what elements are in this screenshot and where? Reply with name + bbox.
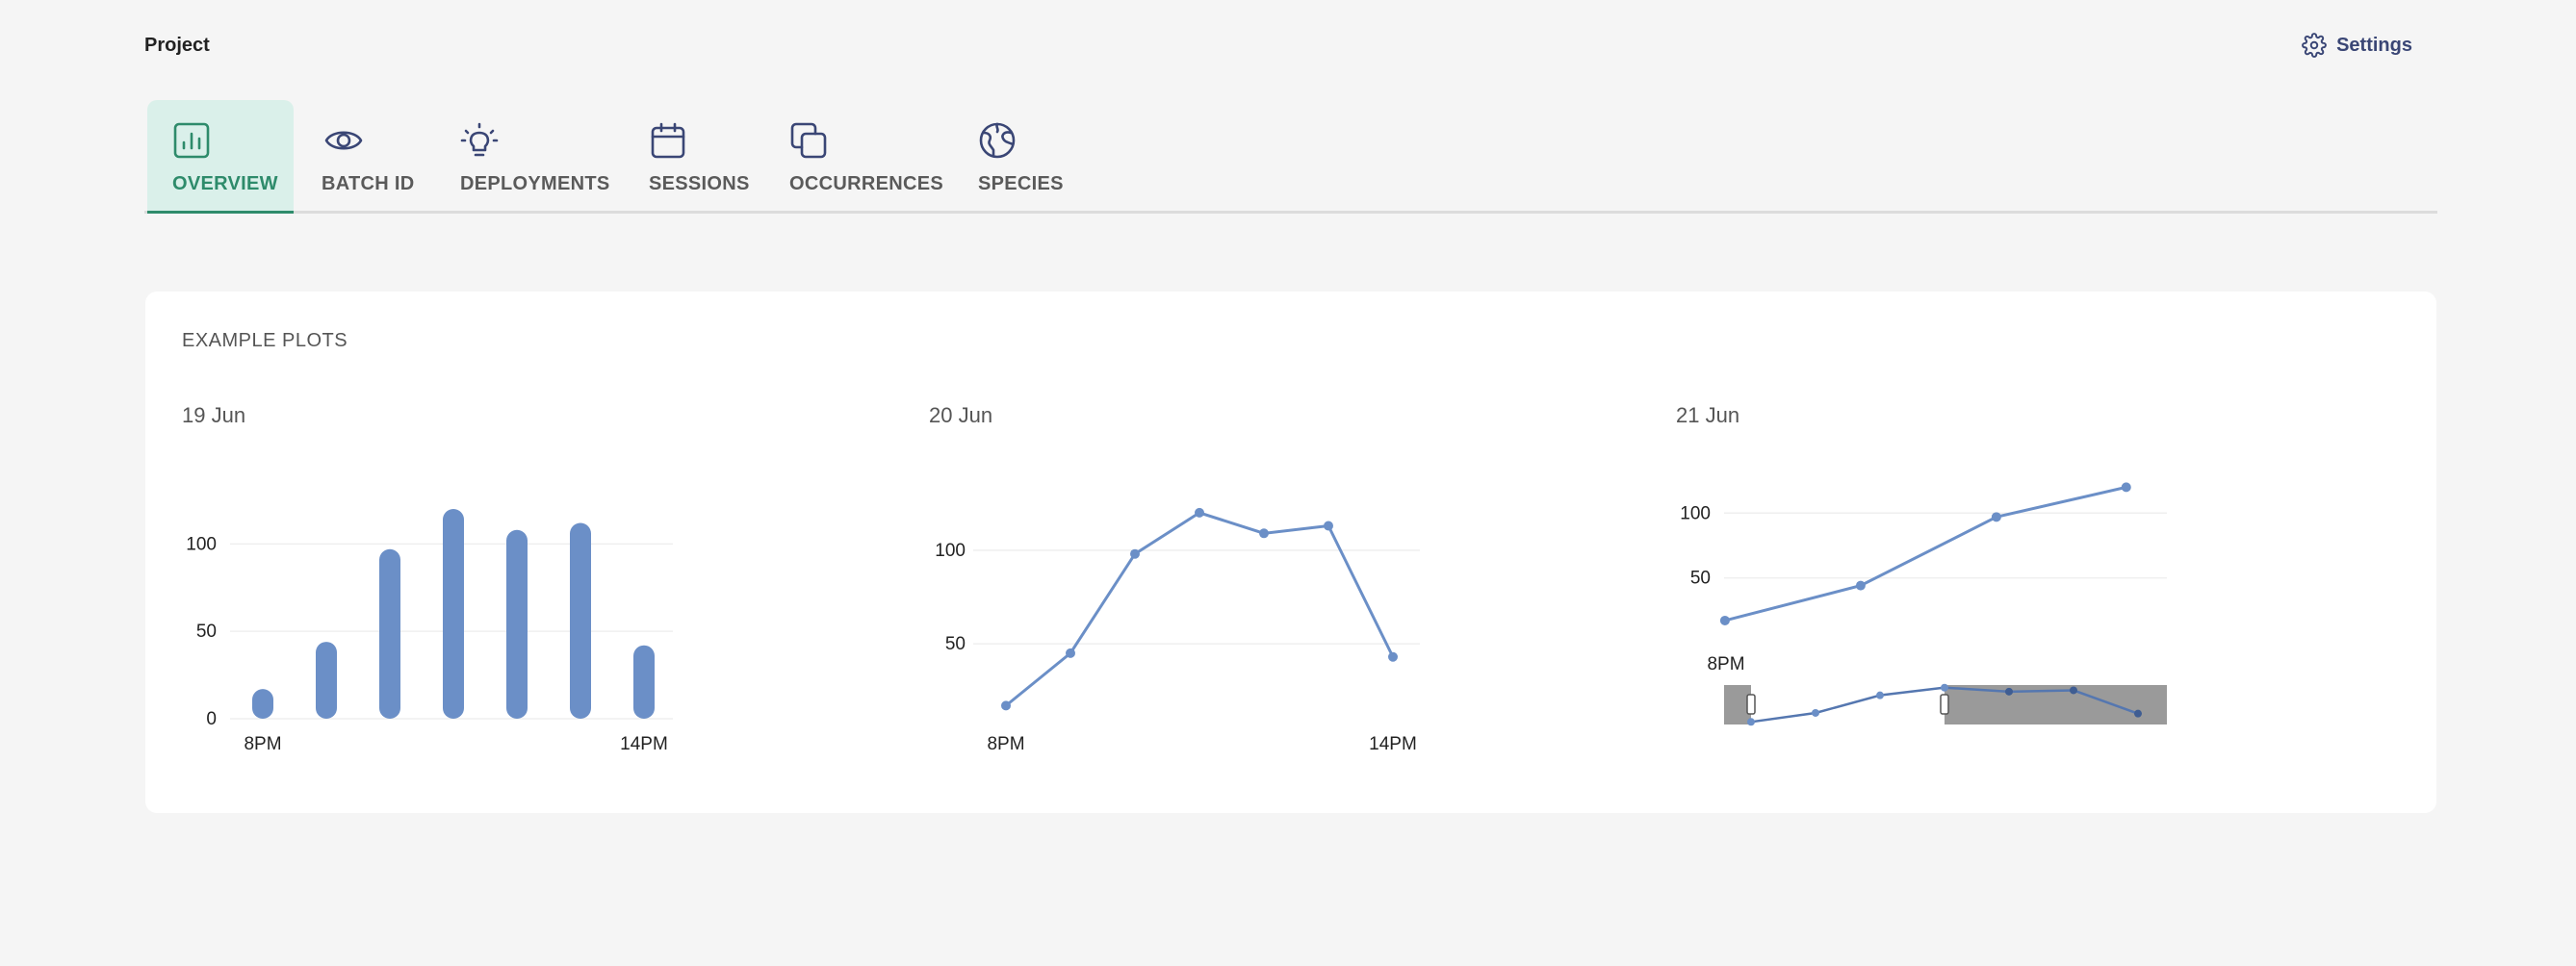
bar: [252, 689, 273, 719]
data-point: [1719, 615, 1730, 625]
data-point: [1130, 548, 1140, 559]
x-tick-label: 14PM: [620, 734, 668, 754]
x-tick-label: 8PM: [1707, 654, 1744, 674]
card-title: EXAMPLE PLOTS: [182, 330, 348, 351]
plot-20-jun: 20 Jun 50 100 8PM 14PM: [929, 403, 1468, 769]
data-point: [1001, 700, 1011, 711]
data-point: [1855, 580, 1866, 591]
eye-icon: [324, 131, 363, 150]
data-point: [1324, 521, 1333, 531]
lightbulb-icon: [460, 122, 499, 157]
tab-species[interactable]: SPECIES: [978, 100, 1065, 214]
x-tick-label: 8PM: [987, 734, 1024, 754]
range-data-point: [2134, 709, 2142, 718]
range-data-point: [1941, 683, 1948, 692]
example-plots-card: EXAMPLE PLOTS 19 Jun 0 50 100 8PM 14PM 20 Ju…: [145, 292, 2436, 813]
y-tick-label: 0: [206, 709, 217, 729]
plot-title: 21 Jun: [1676, 403, 1740, 427]
tab-occurrences-label: OCCURRENCES: [789, 173, 943, 194]
top-bar: Project Settings: [144, 33, 2412, 62]
tab-overview-label: OVERVIEW: [172, 173, 278, 194]
settings-label: Settings: [2336, 34, 2412, 56]
calendar-icon: [651, 122, 685, 159]
bar: [633, 645, 655, 719]
data-point: [1259, 528, 1269, 539]
range-data-point: [2070, 686, 2077, 695]
data-point: [2121, 482, 2131, 493]
plot-19-jun: 19 Jun 0 50 100 8PM 14PM: [182, 403, 721, 769]
tab-occurrences[interactable]: OCCURRENCES: [789, 100, 943, 214]
range-data-point: [1812, 708, 1819, 717]
bar-chart-icon: [173, 122, 210, 159]
plot-21-jun: 21 Jun 50 100 8PM: [1676, 403, 2215, 769]
tab-deployments-label: DEPLOYMENTS: [460, 173, 610, 194]
globe-icon: [979, 122, 1016, 159]
data-point: [1195, 507, 1204, 518]
bar: [316, 642, 337, 719]
bar: [443, 509, 464, 719]
range-data-point: [1876, 691, 1884, 699]
tab-deployments[interactable]: DEPLOYMENTS: [460, 100, 609, 214]
y-tick-label: 50: [945, 634, 966, 654]
plot-title: 20 Jun: [929, 403, 993, 427]
tab-overview[interactable]: OVERVIEW: [147, 100, 294, 214]
line-chart: 50 100 8PM 14PM: [935, 507, 1420, 754]
gear-icon: [2302, 33, 2327, 58]
x-tick-label: 14PM: [1369, 734, 1417, 754]
page-title: Project: [144, 35, 210, 56]
nav-tabs: OVERVIEW BATCH ID DEPLOYMENTS SESSIONS O…: [144, 100, 2437, 214]
y-tick-label: 50: [1690, 569, 1711, 589]
range-handle-left[interactable]: [1746, 694, 1756, 715]
tab-sessions-label: SESSIONS: [649, 173, 750, 194]
y-tick-label: 100: [186, 534, 217, 554]
settings-button[interactable]: Settings: [2302, 33, 2412, 58]
copy-icon: [790, 122, 827, 159]
bar: [570, 522, 591, 719]
range-data-point: [1747, 718, 1755, 726]
zoomable-line-chart[interactable]: 50 100 8PM: [1676, 442, 2196, 769]
x-tick-label: 8PM: [244, 734, 281, 754]
tab-batch-id[interactable]: BATCH ID: [322, 100, 427, 214]
series-line: [1005, 511, 1395, 707]
bar: [506, 529, 528, 719]
tab-batch-id-label: BATCH ID: [322, 173, 415, 194]
data-point: [1388, 651, 1398, 662]
series-line: [1724, 485, 2127, 623]
plot-title: 19 Jun: [182, 403, 246, 427]
range-data-point: [2005, 687, 2013, 696]
data-point: [1066, 648, 1075, 658]
y-tick-label: 50: [196, 622, 217, 642]
data-point: [1991, 512, 2001, 522]
tab-sessions[interactable]: SESSIONS: [649, 100, 749, 214]
tab-species-label: SPECIES: [978, 173, 1064, 194]
y-tick-label: 100: [1680, 503, 1711, 523]
y-tick-label: 100: [935, 541, 966, 561]
bar-chart: 0 50 100 8PM 14PM: [186, 509, 673, 754]
bar: [379, 548, 400, 719]
range-handle-right[interactable]: [1940, 694, 1949, 715]
